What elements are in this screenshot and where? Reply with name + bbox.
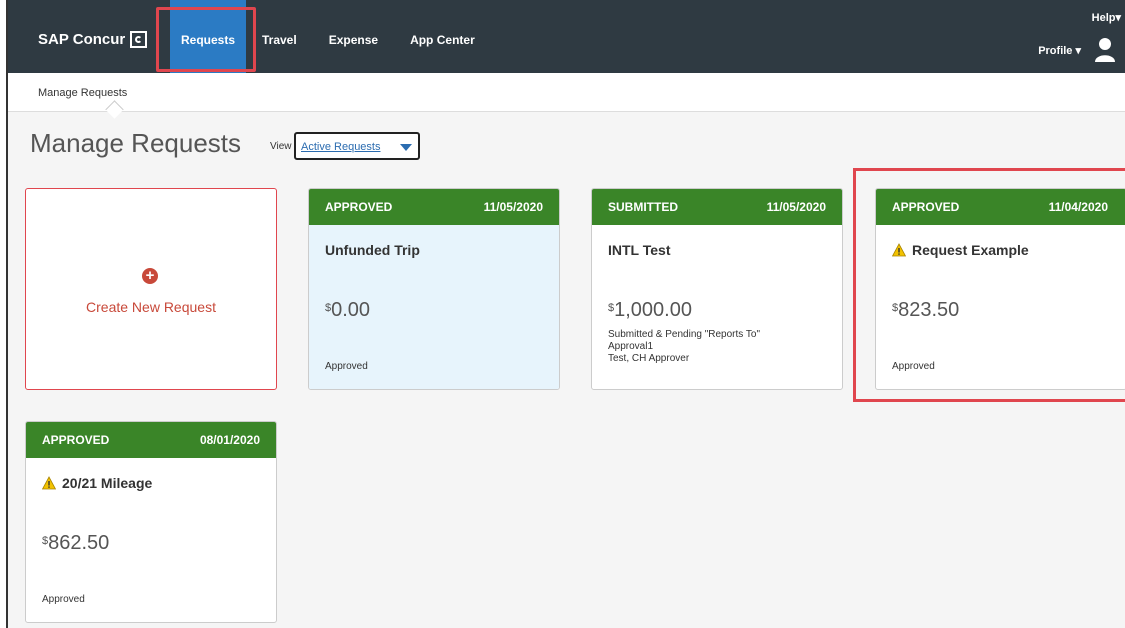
request-date: 11/05/2020	[766, 200, 826, 214]
request-card[interactable]: APPROVED 11/05/2020 Unfunded Trip $0.00 …	[308, 188, 560, 390]
request-status-text: Approved	[42, 594, 85, 605]
request-status-text: Approved	[325, 361, 368, 372]
create-new-request-label: Create New Request	[86, 299, 216, 315]
nav-item-app-center[interactable]: App Center	[394, 0, 491, 73]
nav-item-travel[interactable]: Travel	[246, 0, 313, 73]
request-title: 20/21 Mileage	[42, 475, 152, 491]
user-avatar-icon[interactable]	[1094, 37, 1116, 63]
brand-name: SAP Concur	[38, 31, 126, 48]
request-title: INTL Test	[608, 242, 671, 258]
view-filter-value[interactable]: Active Requests	[301, 141, 380, 153]
request-amount: $0.00	[325, 299, 371, 321]
view-filter-dropdown[interactable]: Active Requests	[294, 132, 420, 160]
chevron-down-icon[interactable]	[400, 144, 412, 151]
request-card-header: APPROVED 08/01/2020	[26, 422, 276, 458]
create-new-request-card[interactable]: + Create New Request	[25, 188, 277, 390]
active-tab-indicator	[105, 100, 124, 119]
profile-menu[interactable]: Profile ▾	[1038, 44, 1081, 57]
subnav-tab-manage-requests[interactable]: Manage Requests	[38, 87, 127, 99]
request-example-highlight	[853, 168, 1125, 402]
request-card-body: 20/21 Mileage $862.50 Approved	[26, 458, 276, 622]
request-card-body: INTL Test $1,000.00 Submitted & Pending …	[592, 225, 842, 389]
sub-navigation: Manage Requests	[8, 73, 1125, 119]
request-title: Unfunded Trip	[325, 242, 420, 258]
brand-logo[interactable]: SAP Concur	[38, 31, 148, 48]
concur-logo-icon	[130, 31, 148, 48]
request-status-badge: SUBMITTED	[608, 200, 678, 214]
warning-icon	[42, 476, 56, 490]
request-card-header: SUBMITTED 11/05/2020	[592, 189, 842, 225]
requests-tab-highlight	[156, 7, 256, 72]
request-status-badge: APPROVED	[42, 433, 110, 447]
request-status-badge: APPROVED	[325, 200, 393, 214]
help-menu[interactable]: Help▾	[1092, 11, 1121, 24]
request-amount: $862.50	[42, 532, 110, 554]
plus-circle-icon: +	[142, 268, 158, 284]
request-card-header: APPROVED 11/05/2020	[309, 189, 559, 225]
request-status-text: Submitted & Pending "Reports To" Approva…	[608, 329, 761, 364]
view-label: View	[270, 141, 292, 152]
request-card[interactable]: SUBMITTED 11/05/2020 INTL Test $1,000.00…	[591, 188, 843, 390]
request-amount: $1,000.00	[608, 299, 692, 321]
request-card-body: Unfunded Trip $0.00 Approved	[309, 225, 559, 389]
request-date: 08/01/2020	[199, 433, 260, 447]
window-edge	[0, 0, 8, 628]
request-card[interactable]: APPROVED 08/01/2020 20/21 Mileage $862.5…	[25, 421, 277, 623]
request-date: 11/05/2020	[483, 200, 543, 214]
nav-item-expense[interactable]: Expense	[313, 0, 394, 73]
page-title: Manage Requests	[30, 128, 242, 158]
